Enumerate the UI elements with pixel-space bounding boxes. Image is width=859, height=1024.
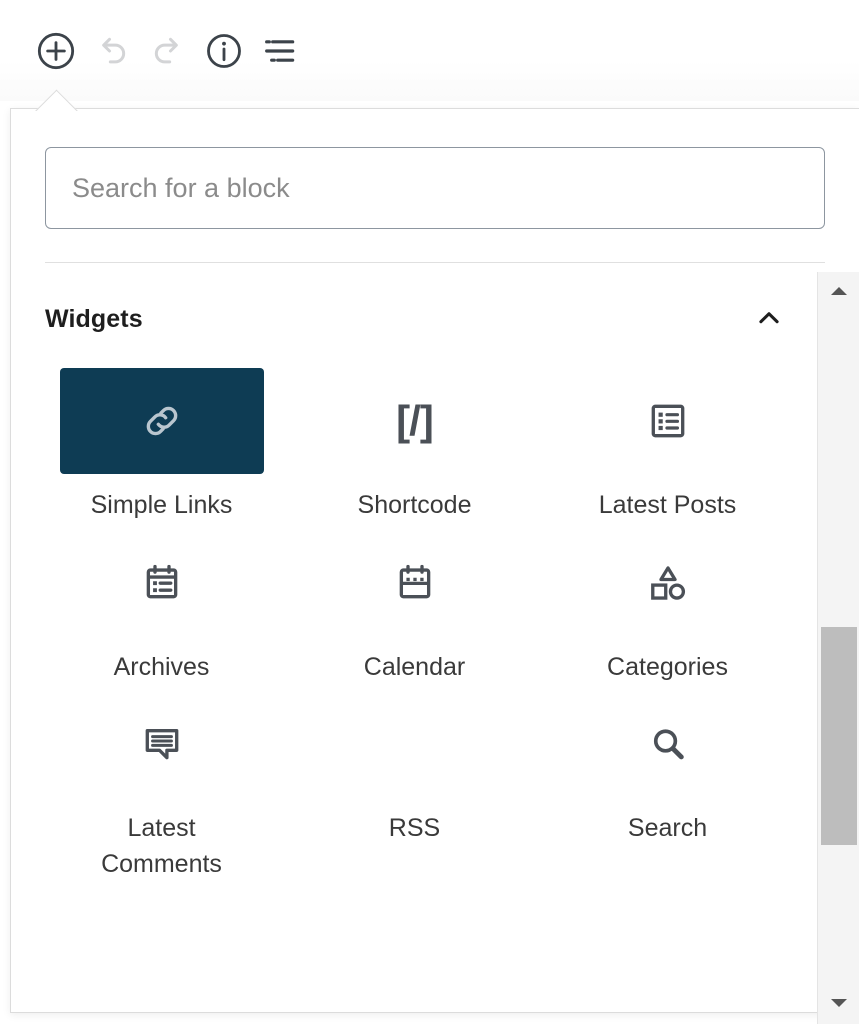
block-item-label: Latest Posts	[598, 491, 737, 519]
block-icon-wrapper	[60, 530, 264, 636]
comment-icon	[141, 723, 183, 765]
details-button[interactable]	[196, 23, 252, 79]
list-view-icon	[647, 400, 689, 442]
search-input[interactable]	[45, 147, 825, 229]
calendar-icon	[394, 562, 436, 604]
scrollbar-up-button[interactable]	[818, 272, 859, 312]
block-item-simple-links[interactable]: Simple Links	[35, 368, 288, 524]
block-item-label: Shortcode	[357, 491, 472, 519]
list-view-button[interactable]	[252, 23, 308, 79]
block-item-label: RSS	[388, 814, 441, 842]
undo-button[interactable]	[84, 23, 140, 79]
block-item-rss[interactable]: RSS	[288, 691, 541, 882]
info-circle-icon	[204, 31, 244, 71]
block-icon-wrapper	[566, 368, 770, 474]
triangle-up-icon	[829, 284, 849, 301]
plus-circle-icon	[36, 31, 76, 71]
block-icon-wrapper	[566, 530, 770, 636]
editor-toolbar	[0, 0, 859, 101]
block-item-latest-comments[interactable]: Latest Comments	[35, 691, 288, 882]
block-item-shortcode[interactable]: [/] Shortcode	[288, 368, 541, 524]
redo-button[interactable]	[140, 23, 196, 79]
vertical-scrollbar[interactable]	[817, 272, 859, 1024]
block-item-label: Calendar	[363, 652, 466, 681]
block-item-latest-posts[interactable]: Latest Posts	[541, 368, 794, 524]
block-item-label: Latest Comments	[101, 814, 222, 878]
shapes-icon	[647, 562, 689, 604]
block-type-grid: Simple Links [/] Shortcode Latest Posts …	[11, 356, 818, 882]
category-header-widgets[interactable]: Widgets	[11, 282, 818, 356]
block-icon-wrapper	[313, 691, 517, 797]
block-icon-wrapper	[60, 691, 264, 797]
search-icon	[647, 723, 689, 765]
block-item-calendar[interactable]: Calendar	[288, 530, 541, 686]
block-inserter-popover: Widgets Simple Links	[10, 108, 859, 1013]
undo-icon	[92, 31, 132, 71]
redo-icon	[148, 31, 188, 71]
block-item-archives[interactable]: Archives	[35, 530, 288, 686]
block-item-label: Simple Links	[90, 491, 233, 519]
block-icon-wrapper	[59, 368, 264, 474]
category-title: Widgets	[45, 304, 143, 333]
popover-pointer-arrow	[34, 89, 78, 111]
block-item-label: Search	[627, 814, 708, 842]
inserter-scroll-region: Widgets Simple Links [/] Shortcode Lates…	[11, 260, 818, 1012]
block-icon-wrapper: [/]	[313, 368, 517, 474]
block-item-label: Archives	[113, 652, 210, 681]
add-block-button[interactable]	[28, 23, 84, 79]
scrollbar-thumb[interactable]	[821, 627, 857, 845]
triangle-down-icon	[829, 996, 849, 1013]
block-item-label: Categories	[607, 652, 728, 681]
chevron-up-icon	[754, 303, 784, 336]
block-item-categories[interactable]: Categories	[541, 530, 794, 686]
search-field-wrapper	[11, 109, 859, 229]
scrollbar-down-button[interactable]	[818, 984, 859, 1024]
archive-icon	[141, 562, 183, 604]
link-icon	[140, 399, 184, 443]
block-item-search[interactable]: Search	[541, 691, 794, 882]
block-icon-wrapper	[313, 530, 517, 636]
block-icon-wrapper	[566, 691, 770, 797]
shortcode-icon: [/]	[396, 397, 434, 444]
list-view-icon	[260, 31, 300, 71]
